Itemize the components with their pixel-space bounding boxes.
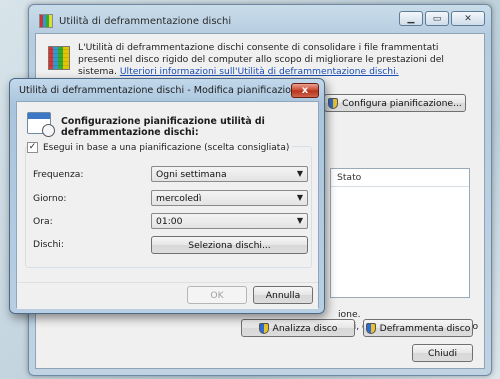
dialog-close-button[interactable]: x bbox=[291, 83, 319, 98]
frequency-label: Frequenza: bbox=[33, 169, 84, 180]
day-dropdown[interactable]: mercoledì ▼ bbox=[151, 190, 308, 206]
description-text-container: L'Utilità di deframmentazione dischi con… bbox=[78, 42, 478, 78]
defragment-disk-label: Deframmenta disco bbox=[379, 322, 471, 334]
close-button[interactable]: Chiudi bbox=[412, 344, 473, 362]
analyze-disk-label: Analizza disco bbox=[272, 322, 338, 334]
ok-button[interactable]: OK bbox=[187, 286, 247, 304]
main-window-title: Utilità di deframmentazione dischi bbox=[59, 15, 232, 27]
schedule-checkbox-label[interactable]: Esegui in base a una pianificazione (sce… bbox=[43, 143, 289, 153]
close-icon: x bbox=[301, 85, 309, 96]
main-window-caption-buttons: ▁ ▭ ✕ bbox=[399, 11, 485, 26]
dialog-client: Configurazione pianificazione utilità di… bbox=[16, 101, 319, 309]
schedule-calendar-icon bbox=[27, 112, 55, 137]
dropdown-arrow-icon: ▼ bbox=[296, 216, 303, 225]
dropdown-arrow-icon: ▼ bbox=[296, 193, 303, 202]
analyze-disk-button[interactable]: Analizza disco bbox=[241, 319, 355, 337]
defrag-disk-icon bbox=[48, 46, 70, 70]
uac-shield-icon bbox=[328, 97, 339, 109]
more-info-link[interactable]: Ulteriori informazioni sull'Utilità di d… bbox=[120, 66, 399, 77]
minimize-button[interactable]: ▁ bbox=[399, 11, 423, 26]
time-value: 01:00 bbox=[156, 216, 183, 227]
schedule-checkbox-row[interactable]: ✓ Esegui in base a una pianificazione (s… bbox=[27, 142, 293, 153]
main-close-x-button[interactable]: ✕ bbox=[451, 11, 485, 26]
configure-schedule-label: Configura pianificazione... bbox=[342, 97, 462, 109]
dialog-heading: Configurazione pianificazione utilità di… bbox=[61, 116, 265, 138]
defragment-disk-button[interactable]: Deframmenta disco bbox=[363, 319, 473, 337]
cancel-button[interactable]: Annulla bbox=[253, 286, 313, 304]
day-label: Giorno: bbox=[33, 193, 67, 204]
uac-shield-icon bbox=[258, 322, 269, 334]
disk-status-list[interactable]: Stato bbox=[330, 168, 470, 298]
schedule-checkbox[interactable]: ✓ bbox=[27, 142, 38, 153]
dialog-title: Utilità di deframmentazione dischi - Mod… bbox=[19, 85, 303, 96]
modify-schedule-dialog: Utilità di deframmentazione dischi - Mod… bbox=[9, 78, 325, 314]
maximize-button[interactable]: ▭ bbox=[425, 11, 449, 26]
main-window-titlebar: Utilità di deframmentazione dischi bbox=[39, 14, 231, 28]
clock-icon bbox=[42, 124, 55, 137]
configure-schedule-button[interactable]: Configura pianificazione... bbox=[324, 94, 466, 112]
checkmark-icon: ✓ bbox=[28, 142, 37, 152]
dropdown-arrow-icon: ▼ bbox=[296, 169, 303, 178]
time-dropdown[interactable]: 01:00 ▼ bbox=[151, 213, 308, 229]
frequency-value: Ogni settimana bbox=[156, 169, 227, 180]
defrag-app-icon bbox=[39, 14, 53, 28]
status-column-header[interactable]: Stato bbox=[331, 169, 469, 187]
uac-shield-icon bbox=[365, 322, 376, 334]
frequency-dropdown[interactable]: Ogni settimana ▼ bbox=[151, 166, 308, 182]
select-disks-button[interactable]: Seleziona dischi... bbox=[151, 236, 308, 254]
disks-label: Dischi: bbox=[33, 239, 64, 250]
time-label: Ora: bbox=[33, 216, 53, 227]
day-value: mercoledì bbox=[156, 193, 202, 204]
